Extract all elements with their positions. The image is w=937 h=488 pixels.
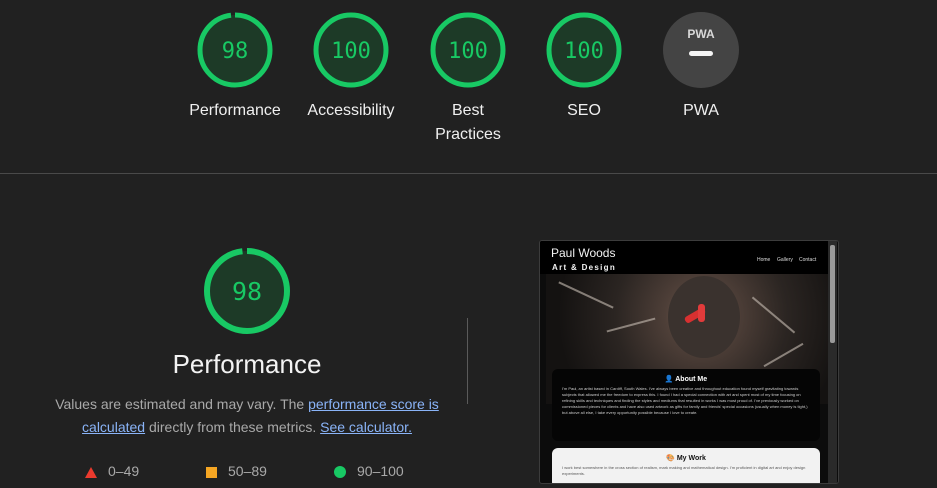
- legend-pass-range: 90–100: [357, 463, 404, 479]
- final-screenshot[interactable]: Paul Woods Art & Design Home Gallery Con…: [539, 240, 839, 484]
- pwa-dash-icon: [689, 51, 713, 56]
- best-practices-label: Best Practices: [413, 99, 523, 147]
- legend-fail: 0–49: [85, 463, 139, 479]
- category-seo[interactable]: 100 SEO: [529, 11, 639, 123]
- accessibility-label: Accessibility: [307, 102, 395, 119]
- pwa-badge-text: PWA: [687, 27, 715, 41]
- screenshot-scrollbar[interactable]: [828, 241, 837, 483]
- category-pwa[interactable]: PWA PWA: [646, 11, 756, 123]
- performance-score: 98: [222, 39, 249, 64]
- scrollbar-thumb[interactable]: [830, 245, 835, 343]
- about-title: 👤 About Me: [664, 376, 708, 383]
- legend-average-range: 50–89: [228, 463, 267, 479]
- legend-fail-range: 0–49: [108, 463, 140, 479]
- site-header: Paul Woods Art & Design Home Gallery Con…: [540, 241, 828, 274]
- performance-detail-score: 98: [232, 277, 262, 306]
- desc-text-2: directly from these metrics.: [145, 419, 321, 435]
- work-title-text: My Work: [676, 455, 706, 462]
- nav-contact: Contact: [799, 257, 817, 263]
- see-calculator-link[interactable]: See calculator.: [320, 419, 412, 435]
- hero-red-accent: [698, 304, 705, 322]
- category-best-practices[interactable]: 100 Best Practices: [413, 11, 523, 147]
- performance-description: Values are estimated and may vary. The p…: [40, 393, 454, 439]
- accessibility-gauge: 100: [313, 12, 389, 88]
- pwa-label: PWA: [683, 102, 719, 119]
- nav-home: Home: [757, 257, 771, 263]
- desc-text-1: Values are estimated and may vary. The: [55, 396, 309, 412]
- performance-gauge: 98: [197, 12, 273, 88]
- work-card: 🎨 My Work I work best somewhere in the c…: [552, 448, 820, 483]
- seo-score: 100: [564, 39, 604, 64]
- seo-gauge: 100: [546, 12, 622, 88]
- category-accessibility[interactable]: 100 Accessibility: [296, 11, 406, 123]
- about-title-text: About Me: [675, 376, 708, 383]
- performance-detail-gauge: 98: [204, 248, 290, 334]
- best-practices-label-line2: Practices: [435, 126, 501, 143]
- vertical-divider: [467, 318, 468, 404]
- hero-streak: [558, 281, 614, 309]
- hero-streak: [606, 317, 656, 333]
- seo-label: SEO: [567, 102, 601, 119]
- best-practices-score: 100: [448, 39, 488, 64]
- legend-pass: 90–100: [334, 463, 404, 479]
- legend-average: 50–89: [206, 463, 267, 479]
- site-name: Paul Woods: [551, 246, 616, 260]
- hero-streak: [763, 342, 804, 368]
- site-subtitle: Art & Design: [552, 263, 617, 272]
- work-title: 🎨 My Work: [666, 455, 706, 462]
- performance-label: Performance: [189, 102, 281, 119]
- circle-green-icon: [334, 466, 346, 479]
- about-card: 👤 About Me I'm Paul, an artist based in …: [552, 369, 820, 441]
- square-orange-icon: [206, 466, 217, 478]
- category-scores: 98 Performance 100 Accessibility 100 Bes…: [0, 0, 937, 173]
- best-practices-label-line1: Best: [451, 102, 484, 119]
- nav-gallery: Gallery: [777, 257, 793, 263]
- pwa-badge-icon: PWA: [663, 12, 739, 88]
- accessibility-score: 100: [331, 39, 371, 64]
- best-practices-gauge: 100: [430, 12, 506, 88]
- work-text: I work best somewhere in the cross secti…: [562, 465, 806, 476]
- section-divider: [0, 173, 937, 174]
- triangle-red-icon: [85, 466, 97, 478]
- hero-streak: [751, 296, 796, 334]
- category-performance[interactable]: 98 Performance: [180, 11, 290, 123]
- about-text: I'm Paul, an artist based in Cardiff, So…: [562, 386, 808, 415]
- performance-title: Performance: [172, 349, 322, 379]
